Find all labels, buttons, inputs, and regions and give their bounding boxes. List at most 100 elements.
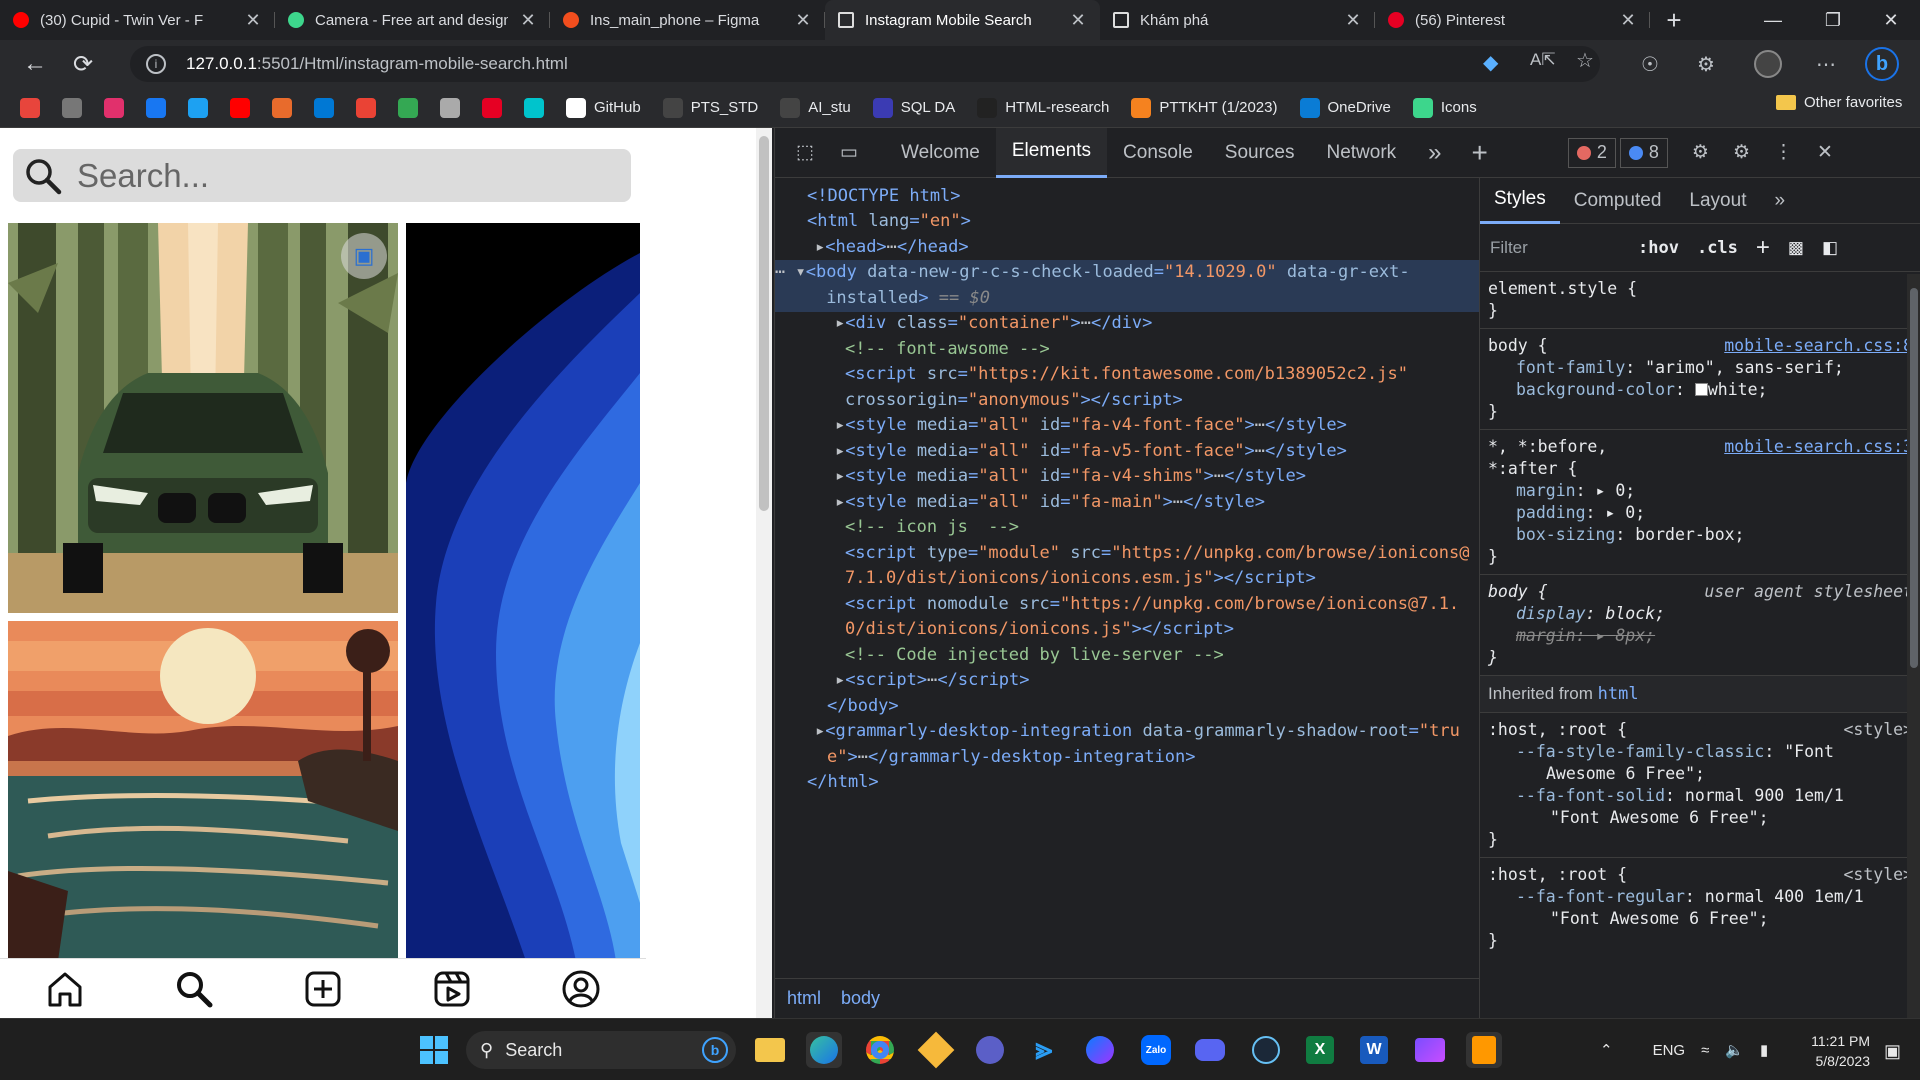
dom-comment[interactable]: <!-- font-awsome --> (845, 337, 1050, 363)
rule-universal[interactable]: mobile-search.css:3 *, *:before, *:after… (1480, 430, 1920, 575)
app-icon[interactable] (917, 1031, 955, 1069)
device-toolbar-icon[interactable]: ▭ (827, 141, 871, 164)
close-tab-icon[interactable]: ✕ (518, 10, 538, 31)
bookmark-item[interactable] (482, 97, 502, 118)
volume-icon[interactable]: 🔈 (1725, 1041, 1744, 1059)
dom-comment[interactable]: <!-- Code injected by live-server --> (845, 643, 1224, 669)
battery-icon[interactable]: ▮ (1760, 1041, 1768, 1059)
bookmark-item[interactable]: GitHub (566, 97, 641, 118)
profile-icon[interactable] (558, 966, 604, 1012)
bookmark-item[interactable] (188, 97, 208, 118)
dom-node[interactable]: <html lang="en"> (807, 209, 971, 235)
hov-toggle[interactable]: :hov (1638, 238, 1679, 258)
breadcrumb-body[interactable]: body (841, 988, 880, 1009)
post-image-sunset[interactable] (8, 621, 398, 961)
taskbar-search[interactable]: ⚲ Search b (466, 1031, 736, 1069)
clipchamp-icon[interactable] (1412, 1032, 1448, 1068)
search-nav-icon[interactable] (171, 966, 217, 1012)
errors-badge[interactable]: 2 (1567, 137, 1616, 168)
bookmark-item[interactable] (104, 97, 124, 118)
cls-toggle[interactable]: .cls (1697, 238, 1738, 258)
new-tab-icon[interactable]: + (1650, 0, 1698, 40)
dom-node[interactable]: ▸<style media="all" id="fa-v4-font-face"… (835, 413, 1347, 439)
new-rule-icon[interactable]: + (1756, 234, 1770, 262)
styles-scrollbar[interactable] (1907, 274, 1920, 1018)
restore-icon[interactable]: ❐ (1804, 0, 1862, 40)
messages-badge[interactable]: 8 (1619, 137, 1668, 168)
breadcrumb-html[interactable]: html (787, 988, 821, 1009)
dom-node[interactable]: <script type="module" src="https://unpkg… (845, 541, 1469, 567)
inherited-tag[interactable]: html (1598, 684, 1639, 704)
create-post-icon[interactable] (300, 966, 346, 1012)
dom-node[interactable]: ▸<style media="all" id="fa-v5-font-face"… (835, 439, 1347, 465)
back-icon[interactable]: ← (14, 44, 56, 84)
read-aloud-icon[interactable]: A⇱ (1530, 50, 1556, 70)
devtools-tab-console[interactable]: Console (1107, 128, 1209, 178)
dom-node[interactable]: ▸<head>⋯</head> (815, 235, 969, 261)
chevron-up-icon[interactable]: ⌃ (1600, 1041, 1613, 1059)
refresh-icon[interactable]: ⟳ (62, 44, 104, 84)
rule-body[interactable]: mobile-search.css:8 body { font-family: … (1480, 329, 1920, 430)
notification-icon[interactable]: ▣ (1884, 1041, 1901, 1062)
rule-user-agent[interactable]: user agent stylesheet body { display: bl… (1480, 575, 1920, 676)
dom-comment[interactable]: <!-- icon js --> (845, 515, 1019, 541)
bookmark-item[interactable] (272, 97, 292, 118)
language-indicator[interactable]: ENG (1653, 1042, 1686, 1059)
word-icon[interactable]: W (1356, 1032, 1392, 1068)
post-image-waves[interactable] (406, 223, 640, 961)
tab-styles[interactable]: Styles (1480, 178, 1560, 224)
universal-rule-source[interactable]: mobile-search.css:3 (1724, 436, 1913, 458)
rule-host-root-2[interactable]: <style> :host, :root { --fa-font-regular… (1480, 858, 1920, 958)
close-tab-icon[interactable]: ✕ (1618, 10, 1638, 31)
tab-computed[interactable]: Computed (1560, 178, 1676, 224)
browser-tab[interactable]: Ins_main_phone – Figma ✕ (550, 0, 825, 40)
devtools-tab-network[interactable]: Network (1310, 128, 1412, 178)
devtools-tab-welcome[interactable]: Welcome (885, 128, 996, 178)
bing-icon[interactable]: b (1862, 44, 1902, 84)
color-swatch[interactable] (1694, 383, 1708, 396)
performance-icon[interactable]: ⚙ (1692, 141, 1709, 164)
visual-search-icon[interactable]: ▣ (341, 233, 387, 279)
messenger-icon[interactable] (1082, 1032, 1118, 1068)
vscode-icon[interactable]: ⪢ (1026, 1032, 1062, 1068)
dom-node[interactable]: ▸<script>⋯</script> (835, 668, 1030, 694)
excel-icon[interactable]: X (1302, 1032, 1338, 1068)
dom-node[interactable]: <!DOCTYPE html> (807, 184, 961, 210)
file-explorer-icon[interactable] (752, 1032, 788, 1068)
dom-node[interactable]: <script nomodule src="https://unpkg.com/… (845, 592, 1459, 618)
start-icon[interactable] (416, 1032, 452, 1068)
more-panels-icon[interactable]: » (1760, 178, 1799, 224)
dom-node[interactable]: ▸<grammarly-desktop-integration data-gra… (815, 719, 1460, 745)
paint-icon[interactable]: ▩ (1788, 238, 1804, 258)
minimize-icon[interactable]: — (1744, 0, 1802, 40)
clock[interactable]: 11:21 PM 5/8/2023 (1800, 1031, 1870, 1071)
devtools-tab-elements[interactable]: Elements (995, 127, 1108, 178)
devtools-more-icon[interactable]: ⋮ (1774, 141, 1793, 164)
close-tab-icon[interactable]: ✕ (243, 10, 263, 31)
sublime-icon[interactable] (1466, 1032, 1502, 1068)
bookmark-item[interactable]: SQL DA (872, 97, 955, 118)
post-image-car[interactable]: ▣ (8, 223, 398, 613)
favorite-icon[interactable]: ☆ (1576, 48, 1594, 73)
zalo-icon[interactable]: Zalo (1138, 1032, 1174, 1068)
bing-search-icon[interactable]: b (702, 1037, 728, 1063)
styles-filter-input[interactable]: Filter (1490, 238, 1620, 258)
edge-icon[interactable] (806, 1032, 842, 1068)
browser-tab[interactable]: (56) Pinterest ✕ (1375, 0, 1650, 40)
settings-icon[interactable]: ⚙ (1733, 141, 1750, 164)
browser-tab[interactable]: (30) Cupid - Twin Ver - F ✕ (0, 0, 275, 40)
browser-tab[interactable]: Khám phá ✕ (1100, 0, 1375, 40)
other-favorites[interactable]: Other favorites (1776, 94, 1902, 111)
dom-node[interactable]: </html> (807, 770, 879, 796)
extensions-icon[interactable]: ⚙ (1686, 44, 1726, 84)
bookmark-item[interactable]: AI_stu (780, 97, 851, 118)
dom-node[interactable]: ▸<style media="all" id="fa-v4-shims">⋯</… (835, 464, 1306, 490)
info-icon[interactable]: i (146, 54, 166, 74)
terminal-app-icon[interactable] (972, 1032, 1008, 1068)
wifi-icon[interactable]: ≈ (1701, 1042, 1709, 1059)
devtools-tab-sources[interactable]: Sources (1209, 128, 1311, 178)
close-window-icon[interactable]: ✕ (1862, 0, 1920, 40)
browser-tab[interactable]: Camera - Free art and design ✕ (275, 0, 550, 40)
page-scrollbar[interactable] (756, 128, 772, 1018)
rule-host-root[interactable]: <style> :host, :root { --fa-style-family… (1480, 713, 1920, 858)
